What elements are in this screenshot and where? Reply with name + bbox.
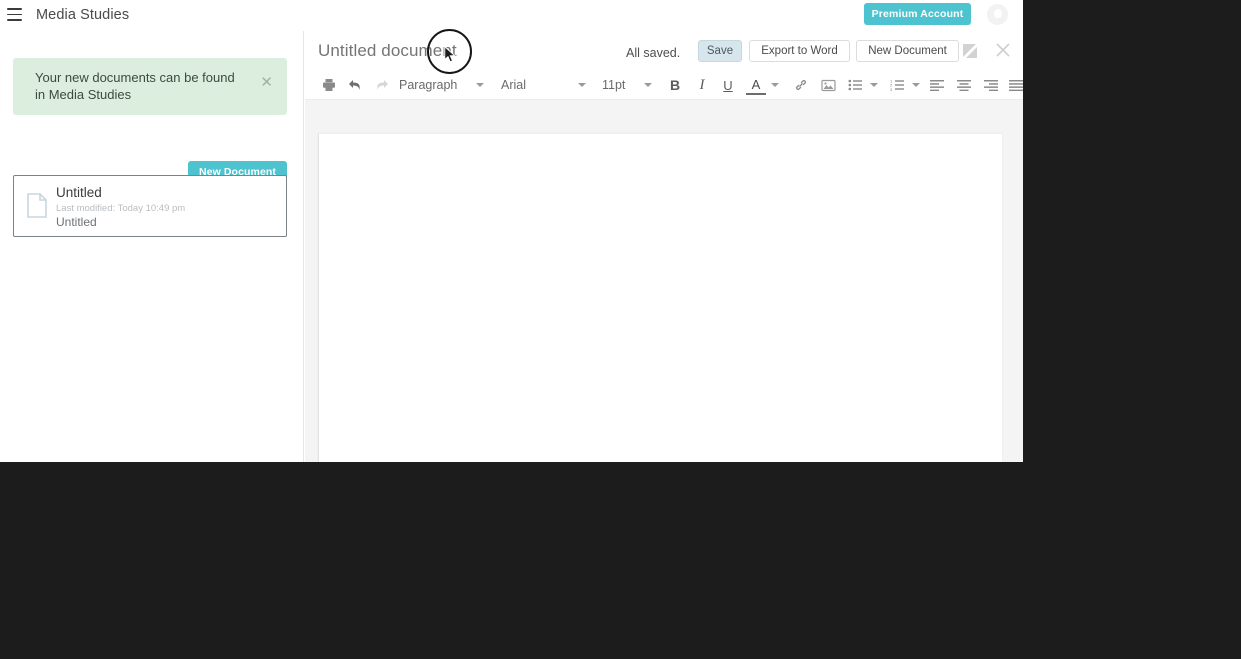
align-justify-icon[interactable]: [1004, 70, 1023, 100]
bold-button[interactable]: B: [664, 70, 686, 100]
font-family-select[interactable]: Arial: [501, 70, 526, 100]
text-color-button[interactable]: A: [746, 76, 766, 95]
numbered-list-chevron-down-icon[interactable]: [910, 70, 922, 100]
app-title: Media Studies: [36, 7, 129, 23]
premium-account-button[interactable]: Premium Account: [864, 3, 971, 25]
save-status-text: All saved.: [626, 46, 680, 60]
hamburger-menu-icon[interactable]: [7, 8, 22, 22]
font-size-chevron-down-icon[interactable]: [642, 70, 654, 100]
document-header: All saved. Save Export to Word New Docum…: [305, 31, 1023, 70]
banner-close-icon[interactable]: ✕: [260, 75, 273, 90]
bullet-list-chevron-down-icon[interactable]: [868, 70, 880, 100]
align-left-icon[interactable]: [925, 70, 949, 100]
document-modified-date: Last modified: Today 10:49 pm: [56, 203, 185, 214]
notification-banner: Your new documents can be found in Media…: [13, 58, 287, 115]
new-document-button[interactable]: New Document: [856, 40, 959, 62]
svg-text:3: 3: [890, 87, 893, 91]
list-item[interactable]: Untitled Last modified: Today 10:49 pm U…: [13, 175, 287, 237]
hamburger-bar: [7, 8, 22, 10]
banner-message: Your new documents can be found in Media…: [35, 69, 235, 103]
paragraph-style-select[interactable]: Paragraph: [399, 70, 457, 100]
document-subtitle: Untitled: [56, 215, 97, 229]
image-icon[interactable]: [816, 70, 840, 100]
browser-viewport: Media Studies Premium Account Your new d…: [0, 0, 1023, 462]
resize-corner-icon[interactable]: [961, 42, 979, 60]
export-to-word-button[interactable]: Export to Word: [749, 40, 850, 62]
print-icon[interactable]: [317, 70, 341, 100]
sidebar: Your new documents can be found in Media…: [0, 31, 304, 462]
close-x-icon[interactable]: [993, 40, 1013, 60]
document-name-input[interactable]: [318, 41, 568, 61]
editor-panel: All saved. Save Export to Word New Docum…: [305, 31, 1023, 462]
bullet-list-icon[interactable]: [844, 70, 866, 100]
document-canvas: [305, 100, 1023, 462]
numbered-list-icon[interactable]: 1 2 3: [886, 70, 908, 100]
hamburger-bar: [7, 19, 22, 21]
redo-arrow-icon[interactable]: [371, 70, 393, 100]
save-button[interactable]: Save: [698, 40, 742, 62]
text-color-chevron-down-icon[interactable]: [769, 70, 781, 100]
font-family-chevron-down-icon[interactable]: [576, 70, 588, 100]
align-right-icon[interactable]: [979, 70, 1003, 100]
link-icon[interactable]: [789, 70, 813, 100]
underline-button[interactable]: U: [717, 70, 739, 100]
hamburger-bar: [7, 14, 22, 16]
document-title: Untitled: [56, 185, 102, 200]
app-header-bar: Media Studies Premium Account: [0, 0, 1023, 31]
italic-button[interactable]: I: [691, 70, 713, 100]
formatting-toolbar: Paragraph Arial 11pt B I U A: [305, 70, 1023, 100]
document-file-icon: [27, 193, 47, 218]
font-size-select[interactable]: 11pt: [602, 70, 625, 100]
document-page[interactable]: [318, 133, 1002, 462]
undo-arrow-icon[interactable]: [344, 70, 366, 100]
user-avatar-icon[interactable]: [987, 4, 1008, 25]
paragraph-style-chevron-down-icon[interactable]: [474, 70, 486, 100]
align-center-icon[interactable]: [952, 70, 976, 100]
